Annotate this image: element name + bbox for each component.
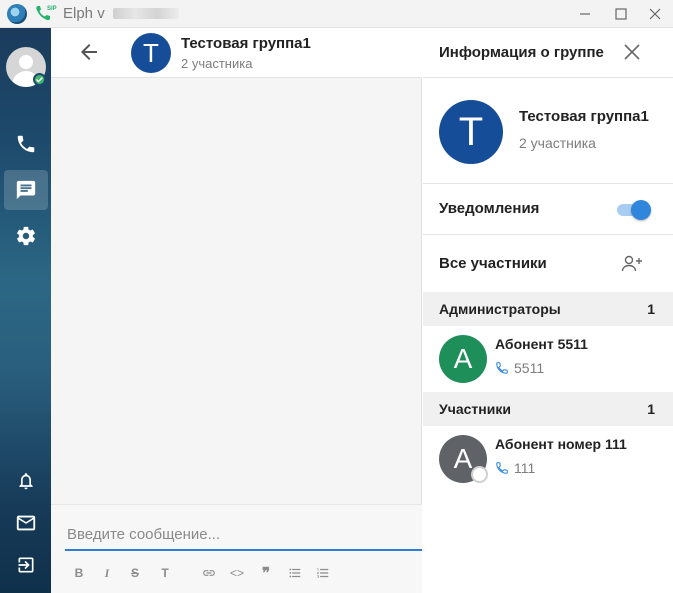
back-button[interactable] — [77, 40, 101, 64]
section-label: Администраторы — [439, 301, 561, 317]
gear-icon — [17, 226, 35, 246]
group-info-header: Информация о группе — [423, 28, 673, 78]
notifications-label: Уведомления — [439, 200, 540, 217]
phone-icon — [496, 462, 508, 474]
close-icon — [624, 44, 640, 60]
strikethrough-button[interactable]: S — [127, 565, 143, 581]
all-members-label[interactable]: Все участники — [439, 255, 547, 272]
section-count: 1 — [647, 401, 655, 417]
sidebar-item-notifications[interactable] — [4, 461, 48, 501]
member-phone-row[interactable]: 5511 — [495, 360, 544, 376]
link-icon — [203, 570, 215, 576]
toggle-thumb — [631, 200, 651, 220]
italic-button[interactable]: I — [99, 565, 115, 581]
member-phone-number: 5511 — [514, 360, 545, 376]
add-person-icon — [621, 255, 642, 272]
section-count: 1 — [647, 301, 655, 317]
add-member-button[interactable] — [620, 252, 644, 276]
sidebar-item-mail[interactable] — [4, 503, 48, 543]
minimize-icon — [580, 13, 590, 15]
offline-status-badge — [471, 466, 488, 483]
chat-panel: T Тестовая группа1 2 участника B I S T <… — [51, 28, 422, 593]
group-info-panel: Информация о группе T Тестовая группа1 2… — [423, 28, 673, 593]
sidebar-item-chats[interactable] — [4, 170, 48, 210]
sidebar-item-logout[interactable] — [4, 545, 48, 585]
message-input[interactable] — [65, 519, 422, 551]
sidebar-item-settings[interactable] — [4, 216, 48, 256]
numbered-list-icon — [317, 568, 329, 578]
group-member-count: 2 участника — [519, 135, 596, 151]
divider — [423, 183, 673, 184]
member-list-item[interactable]: A Абонент номер 111 111 — [423, 426, 673, 492]
mail-icon — [16, 515, 36, 531]
group-info-title: Информация о группе — [439, 44, 604, 61]
chat-header: T Тестовая группа1 2 участника — [51, 28, 422, 78]
numbered-list-button[interactable] — [315, 565, 331, 581]
members-section-header: Участники 1 — [423, 392, 673, 426]
sidebar-item-calls[interactable] — [4, 124, 48, 164]
member-name: Абонент 5511 — [495, 336, 588, 352]
link-button[interactable] — [201, 565, 217, 581]
chat-member-count: 2 участника — [181, 56, 253, 71]
close-icon — [649, 8, 661, 20]
text-style-button[interactable]: T — [157, 565, 173, 581]
member-avatar: A — [439, 335, 487, 383]
minimize-button[interactable] — [567, 0, 603, 28]
admins-section-header: Администраторы 1 — [423, 292, 673, 326]
quote-button[interactable]: ❞ — [258, 565, 274, 582]
maximize-button[interactable] — [603, 0, 639, 28]
notifications-toggle[interactable] — [615, 198, 651, 220]
phone-icon — [496, 362, 508, 374]
group-name: Тестовая группа1 — [519, 108, 649, 125]
window-title: Elph v — [63, 5, 105, 22]
divider — [423, 234, 673, 235]
chat-icon — [16, 180, 36, 200]
window-titlebar: SIP Elph v — [0, 0, 673, 28]
arrow-left-icon — [81, 44, 97, 60]
member-phone-number: 111 — [514, 460, 536, 476]
svg-text:SIP: SIP — [47, 6, 57, 12]
left-sidebar — [0, 28, 51, 593]
app-logo-icon — [7, 4, 27, 24]
avatar-head — [19, 55, 33, 69]
bullet-list-icon — [289, 568, 301, 578]
online-status-badge — [33, 73, 46, 86]
member-list-item[interactable]: A Абонент 5511 5511 — [423, 326, 673, 392]
message-composer: B I S T <> ❞ — [51, 504, 422, 593]
sip-phone-icon: SIP — [36, 6, 57, 21]
code-button[interactable]: <> — [229, 565, 245, 581]
bell-icon — [19, 473, 33, 490]
check-icon — [36, 77, 43, 83]
section-label: Участники — [439, 401, 511, 417]
chat-title: Тестовая группа1 — [181, 35, 311, 52]
message-list[interactable] — [51, 78, 422, 504]
phone-icon — [17, 135, 35, 153]
bullet-list-button[interactable] — [287, 565, 303, 581]
close-window-button[interactable] — [637, 0, 673, 28]
group-avatar[interactable]: T — [439, 100, 503, 164]
close-info-button[interactable] — [623, 43, 641, 61]
chat-group-avatar[interactable]: T — [131, 33, 171, 73]
member-phone-row[interactable]: 111 — [495, 460, 535, 476]
member-name: Абонент номер 111 — [495, 436, 627, 452]
logout-icon — [18, 557, 34, 573]
maximize-icon — [615, 8, 627, 20]
window-title-version-redacted — [113, 8, 179, 19]
bold-button[interactable]: B — [71, 565, 87, 581]
